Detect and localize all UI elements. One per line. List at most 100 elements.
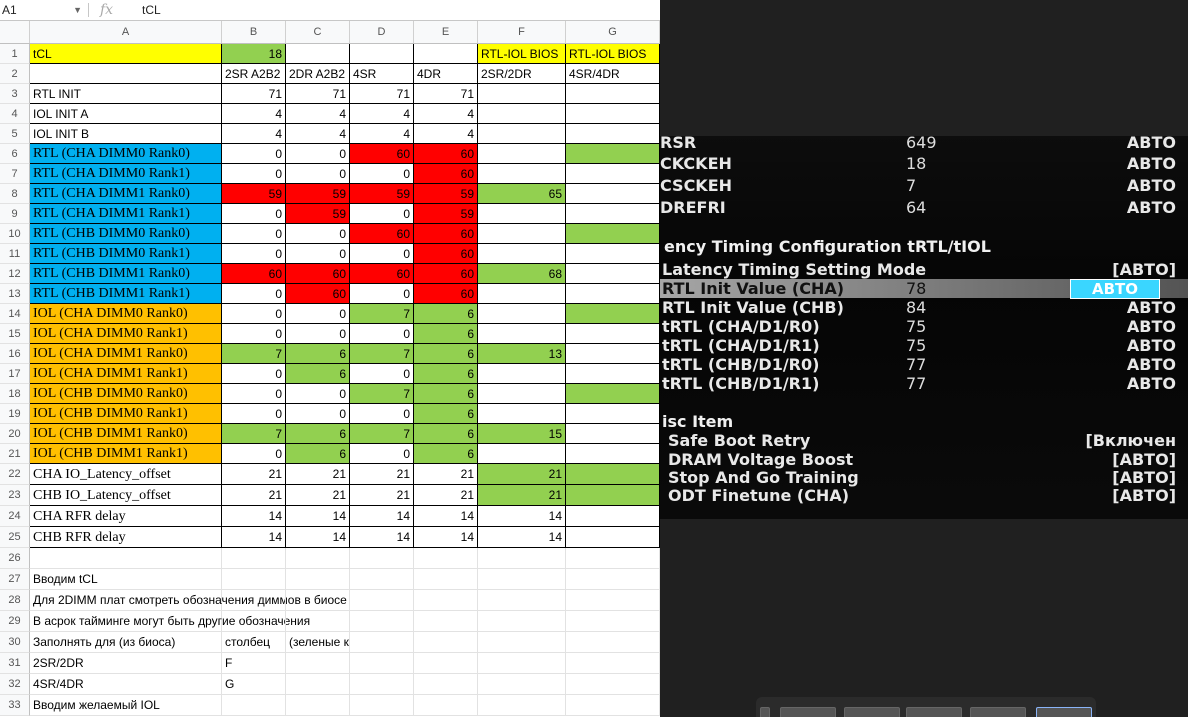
cell-c27[interactable]	[286, 569, 350, 590]
cell-c30[interactable]: (зеленые клетки)	[286, 632, 350, 653]
bios-item-option[interactable]: ABTO	[1127, 154, 1176, 173]
filmstrip-thumb[interactable]	[760, 707, 770, 717]
cell-f27[interactable]	[478, 569, 566, 590]
cell-c22[interactable]: 21	[286, 464, 350, 485]
cell-a21[interactable]: IOL (CHB DIMM1 Rank1)	[30, 444, 222, 464]
cell-e27[interactable]	[414, 569, 478, 590]
cell-b17[interactable]: 0	[222, 364, 286, 384]
cell-e32[interactable]	[414, 674, 478, 695]
bios-item-option[interactable]: ABTO	[1127, 298, 1176, 317]
cell-a6[interactable]: RTL (CHA DIMM0 Rank0)	[30, 144, 222, 164]
bios-item-option[interactable]: ABTO	[1127, 317, 1176, 336]
cell-a4[interactable]: IOL INIT A	[30, 104, 222, 124]
cell-b24[interactable]: 14	[222, 506, 286, 527]
cell-g29[interactable]	[566, 611, 660, 632]
cell-e14[interactable]: 6	[414, 304, 478, 324]
cell-d6[interactable]: 60	[350, 144, 414, 164]
cell-d10[interactable]: 60	[350, 224, 414, 244]
cell-b6[interactable]: 0	[222, 144, 286, 164]
cell-g14[interactable]	[566, 304, 660, 324]
cell-b7[interactable]: 0	[222, 164, 286, 184]
row-header[interactable]: 5	[0, 124, 30, 144]
cell-a11[interactable]: RTL (CHB DIMM0 Rank1)	[30, 244, 222, 264]
bios-item-option[interactable]: [Включен	[1085, 431, 1176, 450]
cell-c18[interactable]: 0	[286, 384, 350, 404]
row-header[interactable]: 7	[0, 164, 30, 184]
cell-f7[interactable]	[478, 164, 566, 184]
cell-g33[interactable]	[566, 695, 660, 716]
cell-b3[interactable]: 71	[222, 84, 286, 104]
cell-a28[interactable]: Для 2DIMM плат смотреть обозначения димм…	[30, 590, 347, 611]
cell-a13[interactable]: RTL (CHB DIMM1 Rank1)	[30, 284, 222, 304]
cell-b30[interactable]: столбец	[222, 632, 286, 653]
cell-c23[interactable]: 21	[286, 485, 350, 506]
cell-g17[interactable]	[566, 364, 660, 384]
cell-f30[interactable]	[478, 632, 566, 653]
cell-e19[interactable]: 6	[414, 404, 478, 424]
cell-g4[interactable]	[566, 104, 660, 124]
cell-e31[interactable]	[414, 653, 478, 674]
column-header-g[interactable]: G	[566, 21, 660, 43]
cell-b10[interactable]: 0	[222, 224, 286, 244]
cell-b29[interactable]	[222, 611, 286, 632]
cell-e10[interactable]: 60	[414, 224, 478, 244]
cell-d30[interactable]	[350, 632, 414, 653]
cell-f16[interactable]: 13	[478, 344, 566, 364]
cell-f19[interactable]	[478, 404, 566, 424]
bios-item[interactable]: Latency Timing Setting Mode [ABTO]	[660, 260, 1188, 279]
cell-e11[interactable]: 60	[414, 244, 478, 264]
row-header[interactable]: 17	[0, 364, 30, 384]
column-header-d[interactable]: D	[350, 21, 414, 43]
cell-g23[interactable]	[566, 485, 660, 506]
cell-g24[interactable]	[566, 506, 660, 527]
column-header-e[interactable]: E	[414, 21, 478, 43]
cell-b33[interactable]	[222, 695, 286, 716]
cell-f18[interactable]	[478, 384, 566, 404]
bios-item[interactable]: CKCKEH 18 ABTO	[660, 154, 1188, 173]
bios-item[interactable]: tRTL (CHB/D1/R1) 77 ABTO	[660, 374, 1188, 393]
cell-b32[interactable]: G	[222, 674, 286, 695]
bios-item[interactable]: tRTL (CHA/D1/R1) 75 ABTO	[660, 336, 1188, 355]
cell-d22[interactable]: 21	[350, 464, 414, 485]
cell-d20[interactable]: 7	[350, 424, 414, 444]
row-header[interactable]: 18	[0, 384, 30, 404]
cell-f22[interactable]: 21	[478, 464, 566, 485]
cell-b12[interactable]: 60	[222, 264, 286, 284]
row-header[interactable]: 2	[0, 64, 30, 84]
cell-c5[interactable]: 4	[286, 124, 350, 144]
cell-f6[interactable]	[478, 144, 566, 164]
cell-a33[interactable]: Вводим желаемый IOL	[30, 695, 222, 716]
cell-f17[interactable]	[478, 364, 566, 384]
cell-c25[interactable]: 14	[286, 527, 350, 548]
cell-d17[interactable]: 0	[350, 364, 414, 384]
cell-f14[interactable]	[478, 304, 566, 324]
row-header[interactable]: 20	[0, 424, 30, 444]
cell-d26[interactable]	[350, 548, 414, 569]
cell-e18[interactable]: 6	[414, 384, 478, 404]
filmstrip-thumb[interactable]	[844, 707, 900, 717]
cell-c10[interactable]: 0	[286, 224, 350, 244]
cell-a8[interactable]: RTL (CHA DIMM1 Rank0)	[30, 184, 222, 204]
cell-b18[interactable]: 0	[222, 384, 286, 404]
filmstrip-thumb-active[interactable]	[1036, 707, 1092, 717]
cell-b1[interactable]: 18	[222, 44, 286, 64]
cell-g15[interactable]	[566, 324, 660, 344]
row-header[interactable]: 25	[0, 527, 30, 548]
row-header[interactable]: 29	[0, 611, 30, 632]
cell-d25[interactable]: 14	[350, 527, 414, 548]
cell-d15[interactable]: 0	[350, 324, 414, 344]
cell-f1[interactable]: RTL-IOL BIOS	[478, 44, 566, 64]
bios-item[interactable]: tRTL (CHA/D1/R0) 75 ABTO	[660, 317, 1188, 336]
row-header[interactable]: 19	[0, 404, 30, 424]
cell-d4[interactable]: 4	[350, 104, 414, 124]
cell-c3[interactable]: 71	[286, 84, 350, 104]
cell-b25[interactable]: 14	[222, 527, 286, 548]
cell-b14[interactable]: 0	[222, 304, 286, 324]
cell-g10[interactable]	[566, 224, 660, 244]
row-header[interactable]: 13	[0, 284, 30, 304]
cell-f29[interactable]	[478, 611, 566, 632]
cell-d16[interactable]: 7	[350, 344, 414, 364]
cell-a12[interactable]: RTL (CHB DIMM1 Rank0)	[30, 264, 222, 284]
cell-b26[interactable]	[222, 548, 286, 569]
cell-d11[interactable]: 0	[350, 244, 414, 264]
